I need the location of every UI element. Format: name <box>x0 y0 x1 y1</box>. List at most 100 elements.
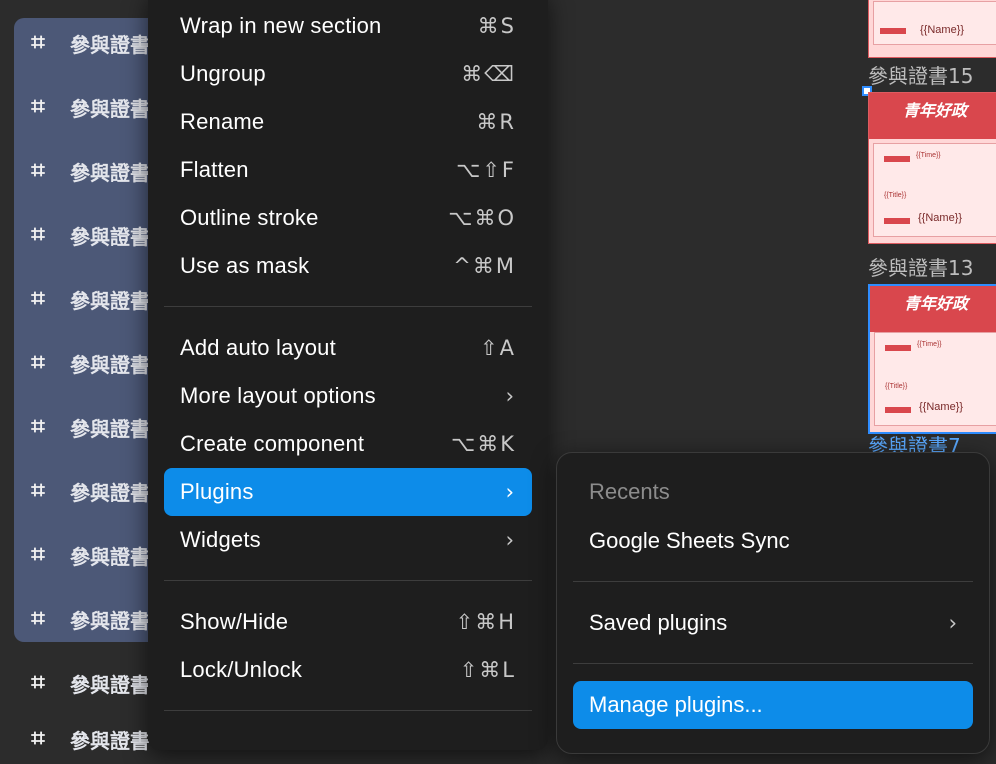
menu-item-wrap-in-new-section[interactable]: Wrap in new section ⌘S <box>164 2 532 50</box>
menu-item-label: Show/Hide <box>180 609 289 634</box>
menu-item-shortcut: ⇧⌘H <box>455 610 516 634</box>
menu-item-shortcut: ⌘⌫ <box>461 62 516 86</box>
label-chip <box>884 218 910 224</box>
time-placeholder: {{Time}} <box>917 341 942 348</box>
layer-row[interactable]: ⌗ 參與證書 <box>14 594 150 644</box>
menu-divider <box>164 580 532 581</box>
menu-item-show-hide[interactable]: Show/Hide ⇧⌘H <box>164 598 532 646</box>
layer-name: 參與證書 <box>70 32 150 57</box>
menu-divider <box>573 663 973 664</box>
menu-item-shortcut: ⌘R <box>476 110 516 134</box>
layer-name: 參與證書 <box>70 288 150 313</box>
certificate-banner: 青年好政 <box>870 286 996 332</box>
title-placeholder: {{Title}} <box>885 383 908 390</box>
menu-item-label: Add auto layout <box>180 335 336 360</box>
name-placeholder: {{Name}} <box>918 212 963 224</box>
menu-item-label: More layout options <box>180 383 376 408</box>
certificate-frame[interactable]: {{Name}} <box>868 0 996 58</box>
chevron-right-icon: › <box>505 480 516 504</box>
layer-name: 參與證書 <box>70 672 150 697</box>
label-chip <box>885 345 911 351</box>
menu-item-label: Manage plugins... <box>589 692 763 717</box>
layer-row[interactable]: ⌗ 參與證書 <box>14 338 150 388</box>
frame-icon: ⌗ <box>31 221 45 248</box>
layer-row[interactable]: ⌗ 參與證書 <box>14 658 150 708</box>
menu-item-more-layout-options[interactable]: More layout options › <box>164 372 532 420</box>
frame-icon: ⌗ <box>31 349 45 376</box>
menu-item-shortcut: ⌥⇧F <box>456 158 516 182</box>
frame-icon: ⌗ <box>31 285 45 312</box>
certificate-logo: 青年好政 <box>904 294 969 313</box>
context-menu: Wrap in new section ⌘S Ungroup ⌘⌫ Rename… <box>148 0 548 750</box>
layer-row[interactable]: ⌗ 參與證書 <box>14 402 150 452</box>
layer-name: 參與證書 <box>70 352 150 377</box>
frame-icon: ⌗ <box>31 477 45 504</box>
menu-item-shortcut: ⇧A <box>480 336 516 360</box>
menu-item-label: Flatten <box>180 157 249 182</box>
layer-name: 參與證書 <box>70 544 150 569</box>
menu-divider <box>164 306 532 307</box>
layer-row[interactable]: ⌗ 參與證書 <box>14 82 150 132</box>
frame-icon: ⌗ <box>31 157 45 184</box>
menu-item-rename[interactable]: Rename ⌘R <box>164 98 532 146</box>
menu-item-label: Create component <box>180 431 365 456</box>
plugin-google-sheets-sync[interactable]: Google Sheets Sync <box>573 517 973 565</box>
menu-item-lock-unlock[interactable]: Lock/Unlock ⇧⌘L <box>164 646 532 694</box>
certificate-frame-selected[interactable]: 青年好政 {{Time}} {{Title}} {{Name}} <box>868 284 996 434</box>
layer-row[interactable]: ⌗ 參與證書 <box>14 274 150 324</box>
menu-item-label: Rename <box>180 109 265 134</box>
menu-item-label: Use as mask <box>180 253 310 278</box>
menu-item-widgets[interactable]: Widgets › <box>164 516 532 564</box>
layer-row[interactable]: ⌗ 參與證書 <box>14 18 150 68</box>
layer-row[interactable]: ⌗ 參與證書 <box>14 466 150 516</box>
chevron-right-icon: › <box>948 611 957 635</box>
frame-icon: ⌗ <box>31 605 45 632</box>
menu-item-label: Saved plugins <box>589 610 728 635</box>
menu-item-use-as-mask[interactable]: Use as mask ^⌘M <box>164 242 532 290</box>
menu-item-label: Outline stroke <box>180 205 319 230</box>
frame-label[interactable]: 參與證書13 <box>868 252 973 281</box>
frame-icon: ⌗ <box>31 725 45 752</box>
recents-heading: Recents <box>589 479 670 504</box>
menu-item-label: Plugins <box>180 479 254 504</box>
menu-item-label: Ungroup <box>180 61 266 86</box>
layer-row[interactable]: ⌗ 參與證書 <box>14 210 150 260</box>
menu-item-label: Google Sheets Sync <box>589 528 790 553</box>
label-chip <box>884 156 910 162</box>
frame-label[interactable]: 參與證書15 <box>868 60 973 89</box>
layer-name: 參與證書 <box>70 224 150 249</box>
layer-name: 參與證書 <box>70 608 150 633</box>
menu-item-flatten[interactable]: Flatten ⌥⇧F <box>164 146 532 194</box>
menu-item-saved-plugins[interactable]: Saved plugins › <box>573 599 973 647</box>
label-chip <box>885 407 911 413</box>
certificate-banner: 青年好政 <box>869 93 996 139</box>
layer-name: 參與證書 <box>70 160 150 185</box>
menu-item-add-auto-layout[interactable]: Add auto layout ⇧A <box>164 324 532 372</box>
menu-item-create-component[interactable]: Create component ⌥⌘K <box>164 420 532 468</box>
certificate-body: {{Time}} {{Title}} {{Name}} <box>873 143 996 237</box>
certificate-logo: 青年好政 <box>903 101 968 120</box>
frame-icon: ⌗ <box>31 29 45 56</box>
menu-item-shortcut: ⌘S <box>477 14 516 38</box>
label-chip <box>880 28 906 34</box>
layer-row[interactable]: ⌗ 參與證書 <box>14 714 150 764</box>
layers-panel: ⌗ 參與證書 ⌗ 參與證書 ⌗ 參與證書 ⌗ 參與證書 ⌗ 參與證書 ⌗ 參與證… <box>0 0 164 753</box>
layer-name: 參與證書 <box>70 728 150 753</box>
menu-item-label: Wrap in new section <box>180 13 382 38</box>
time-placeholder: {{Time}} <box>916 152 941 159</box>
layer-row[interactable]: ⌗ 參與證書 <box>14 530 150 580</box>
menu-item-plugins[interactable]: Plugins › <box>164 468 532 516</box>
menu-divider <box>573 581 973 582</box>
name-placeholder: {{Name}} <box>920 24 965 36</box>
menu-item-outline-stroke[interactable]: Outline stroke ⌥⌘O <box>164 194 532 242</box>
menu-divider <box>164 710 532 711</box>
menu-item-ungroup[interactable]: Ungroup ⌘⌫ <box>164 50 532 98</box>
frame-icon: ⌗ <box>31 93 45 120</box>
layer-row[interactable]: ⌗ 參與證書 <box>14 146 150 196</box>
menu-item-shortcut: ^⌘M <box>453 254 516 278</box>
menu-item-label: Lock/Unlock <box>180 657 303 682</box>
menu-item-manage-plugins[interactable]: Manage plugins... <box>573 681 973 729</box>
certificate-frame[interactable]: 青年好政 {{Time}} {{Title}} {{Name}} <box>868 92 996 244</box>
menu-item-shortcut: ⌥⌘K <box>451 432 516 456</box>
name-placeholder: {{Name}} <box>919 401 964 413</box>
